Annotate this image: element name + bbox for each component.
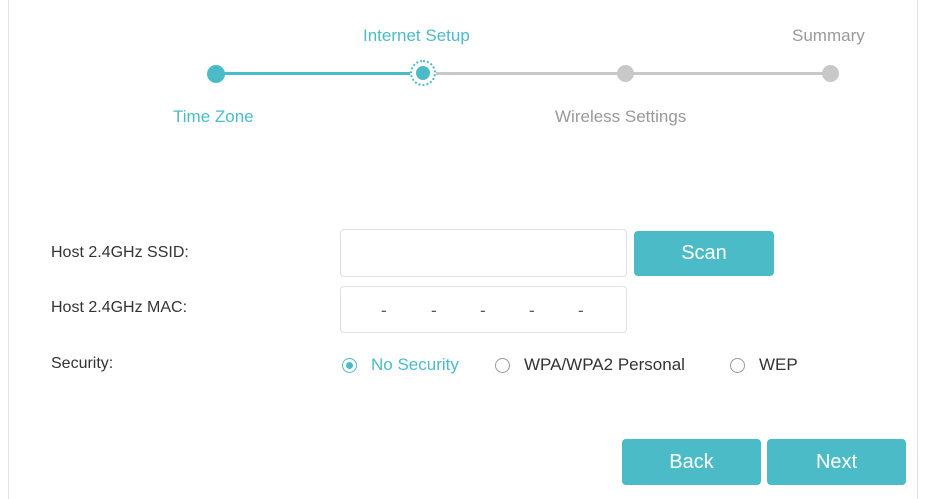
step-dot-internet-setup — [410, 60, 436, 86]
radio-wep[interactable] — [730, 358, 745, 373]
step-dot-summary — [822, 65, 839, 82]
mac-segment-separator: - — [578, 301, 584, 320]
radio-wpa-wpa2-personal[interactable] — [495, 358, 510, 373]
radio-label-no-security[interactable]: No Security — [371, 355, 459, 375]
ssid-label: Host 2.4GHz SSID: — [51, 244, 189, 261]
mac-segment-separator: - — [431, 301, 437, 320]
step-dot-time-zone — [207, 65, 225, 83]
ssid-field-box — [340, 229, 627, 277]
step-label-internet-setup: Internet Setup — [363, 26, 470, 45]
ssid-input[interactable] — [341, 230, 626, 276]
setup-wizard-panel: Time Zone Internet Setup Wireless Settin… — [8, 0, 918, 499]
mac-segment-separator: - — [480, 301, 486, 320]
security-label: Security: — [51, 355, 114, 372]
next-button[interactable]: Next — [767, 439, 906, 485]
scan-button[interactable]: Scan — [634, 231, 774, 276]
radio-label-wep[interactable]: WEP — [759, 355, 798, 375]
step-label-summary: Summary — [792, 26, 865, 45]
step-label-wireless-settings: Wireless Settings — [555, 107, 687, 126]
radio-label-wpa-wpa2-personal[interactable]: WPA/WPA2 Personal — [524, 355, 685, 375]
mac-field[interactable]: - - - - - — [340, 286, 627, 333]
step-dot-wireless-settings — [617, 65, 634, 82]
back-button[interactable]: Back — [622, 439, 761, 485]
radio-no-security[interactable] — [342, 358, 357, 373]
mac-segment-separator: - — [529, 301, 535, 320]
mac-segment-separator: - — [381, 301, 387, 320]
step-connector-completed — [216, 72, 423, 75]
step-label-time-zone: Time Zone — [173, 107, 254, 126]
mac-label: Host 2.4GHz MAC: — [51, 299, 188, 316]
